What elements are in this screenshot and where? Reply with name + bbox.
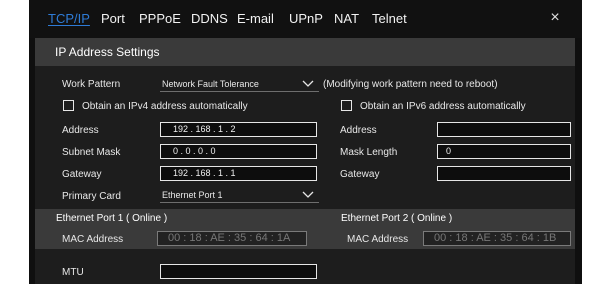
tab-nat[interactable]: NAT — [334, 11, 359, 27]
port1-title: Ethernet Port 1 ( Online ) — [56, 213, 168, 224]
ipv4-gateway-label: Gateway — [62, 169, 102, 180]
port2-title: Ethernet Port 2 ( Online ) — [341, 213, 453, 224]
section-title: IP Address Settings — [35, 38, 575, 66]
subnet-mask-label: Subnet Mask — [62, 147, 121, 158]
subnet-mask-field[interactable]: 0 . 0 . 0 . 0 — [160, 144, 317, 159]
settings-panel: IP Address Settings Work Pattern Network… — [35, 38, 575, 284]
port2-mac-label: MAC Address — [347, 234, 409, 245]
ipv6-address-field[interactable] — [437, 122, 571, 137]
work-pattern-note: (Modifying work pattern need to reboot) — [323, 79, 498, 90]
primary-card-value: Ethernet Port 1 — [162, 190, 223, 200]
tab-ddns[interactable]: DDNS — [191, 11, 228, 27]
ipv6-auto-label: Obtain an IPv6 address automatically — [360, 101, 526, 112]
tab-port[interactable]: Port — [101, 11, 125, 27]
tab-email[interactable]: E-mail — [237, 11, 274, 27]
mtu-field[interactable] — [160, 264, 317, 279]
ipv4-address-field[interactable]: 192 . 168 . 1 . 2 — [160, 122, 317, 137]
mask-length-field[interactable]: 0 — [437, 144, 571, 159]
tab-pppoe[interactable]: PPPoE — [139, 11, 181, 27]
work-pattern-label: Work Pattern — [62, 79, 121, 90]
ipv6-address-label: Address — [340, 125, 377, 136]
chevron-down-icon — [302, 191, 314, 198]
port1-mac-label: MAC Address — [62, 234, 124, 245]
mask-length-label: Mask Length — [340, 147, 398, 158]
ipv6-gateway-label: Gateway — [340, 169, 380, 180]
ipv6-gateway-field[interactable] — [437, 166, 571, 181]
ipv4-auto-checkbox[interactable] — [63, 100, 74, 111]
work-pattern-value: Network Fault Tolerance — [162, 79, 259, 89]
port1-mac-field: 00 : 18 : AE : 35 : 64 : 1A — [157, 231, 307, 246]
ethernet-ports-band: Ethernet Port 1 ( Online ) Ethernet Port… — [35, 209, 575, 249]
primary-card-label: Primary Card — [62, 191, 121, 202]
mtu-label: MTU — [62, 267, 84, 278]
ipv4-address-label: Address — [62, 125, 99, 136]
network-settings-window: TCP/IP Port PPPoE DDNS E-mail UPnP NAT T… — [29, 0, 582, 284]
ipv4-auto-label: Obtain an IPv4 address automatically — [82, 101, 248, 112]
ipv4-gateway-field[interactable]: 192 . 168 . 1 . 1 — [160, 166, 317, 181]
port2-mac-field: 00 : 18 : AE : 35 : 64 : 1B — [423, 231, 571, 246]
tab-tcpip[interactable]: TCP/IP — [48, 11, 90, 27]
tab-upnp[interactable]: UPnP — [289, 11, 323, 27]
primary-card-select[interactable]: Ethernet Port 1 — [160, 188, 319, 203]
tab-telnet[interactable]: Telnet — [372, 11, 407, 27]
work-pattern-select[interactable]: Network Fault Tolerance — [160, 77, 319, 92]
tab-bar: TCP/IP Port PPPoE DDNS E-mail UPnP NAT T… — [29, 0, 582, 38]
ipv6-auto-checkbox[interactable] — [341, 100, 352, 111]
chevron-down-icon — [302, 80, 314, 87]
close-icon[interactable]: × — [547, 9, 563, 27]
